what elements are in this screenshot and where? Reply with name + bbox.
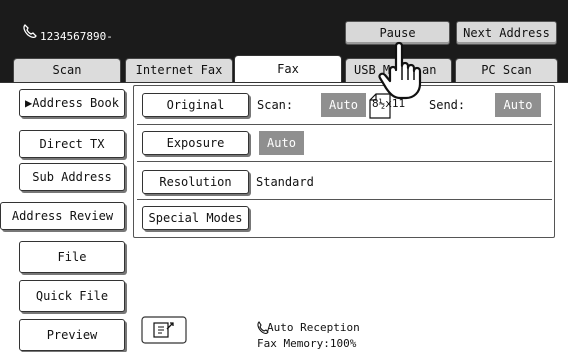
address-review-button[interactable]: Address Review	[0, 202, 125, 230]
exposure-value: Auto	[259, 131, 304, 155]
scan-label: Scan:	[257, 98, 294, 112]
divider	[137, 199, 552, 200]
original-button[interactable]: Original	[142, 93, 249, 117]
exposure-button[interactable]: Exposure	[142, 131, 249, 155]
tab-pc-scan[interactable]: PC Scan	[455, 58, 558, 82]
resolution-value: Standard	[256, 175, 314, 189]
auto-reception-text: Auto Reception	[267, 321, 360, 334]
divider	[137, 124, 552, 125]
scan-value: Auto	[321, 93, 366, 117]
sub-address-button[interactable]: Sub Address	[19, 163, 125, 191]
direct-tx-button[interactable]: Direct TX	[19, 130, 125, 158]
tab-scan[interactable]: Scan	[13, 58, 121, 82]
next-address-button[interactable]: Next Address	[456, 21, 557, 45]
fax-receive-button[interactable]	[140, 315, 188, 345]
address-book-button[interactable]: ▶Address Book	[19, 89, 125, 117]
divider	[137, 161, 552, 162]
resolution-button[interactable]: Resolution	[142, 170, 249, 194]
tab-fax[interactable]: Fax	[234, 55, 342, 83]
file-button[interactable]: File	[19, 241, 125, 273]
quick-file-button[interactable]: Quick File	[19, 280, 125, 312]
phone-icon	[23, 24, 37, 39]
tab-internet-fax[interactable]: Internet Fax	[125, 58, 233, 82]
phone-number: 1234567890-	[40, 30, 113, 43]
preview-button[interactable]: Preview	[19, 319, 125, 351]
special-modes-button[interactable]: Special Modes	[142, 206, 249, 230]
send-value: Auto	[495, 93, 541, 117]
hand-pointer-icon	[378, 41, 422, 100]
send-label: Send:	[429, 98, 466, 112]
fax-memory-text: Fax Memory:100%	[257, 337, 357, 350]
